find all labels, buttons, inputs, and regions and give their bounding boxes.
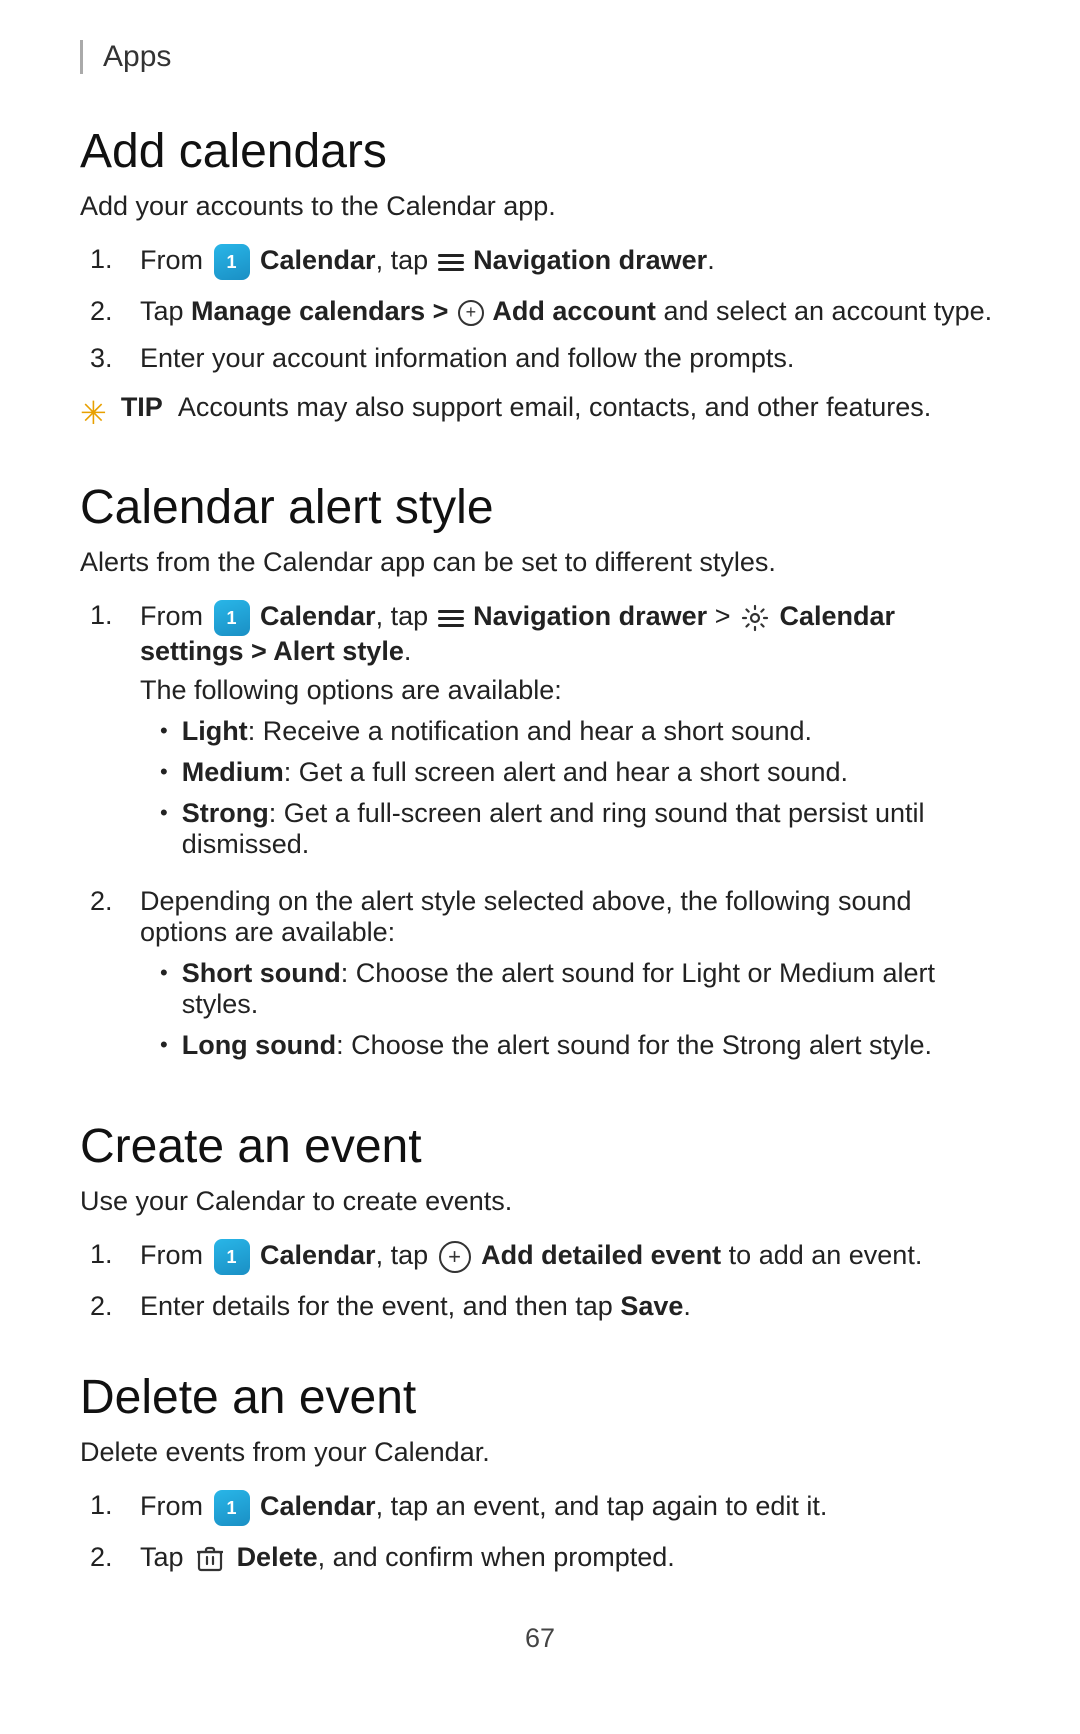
list-item: Enter details for the event, and then ta… (90, 1291, 1000, 1322)
section-delete-event: Delete an event Delete events from your … (80, 1370, 1000, 1575)
list-item-content: From Calendar, tap + Add detailed event … (140, 1239, 1000, 1275)
add-calendars-subtitle: Add your accounts to the Calendar app. (80, 191, 1000, 222)
list-item: From Calendar, tap Navigation drawer. (90, 244, 1000, 280)
tip-lightbulb-icon: ✳ (80, 394, 107, 432)
tip-text: TIP Accounts may also support email, con… (121, 392, 931, 423)
create-event-list: From Calendar, tap + Add detailed event … (80, 1239, 1000, 1322)
calendar-alert-list: From Calendar, tap Navigation drawer > (80, 600, 1000, 1071)
alert-options-list: Light: Receive a notification and hear a… (160, 716, 1000, 860)
calendar-app-icon (214, 1239, 250, 1275)
add-calendars-list: From Calendar, tap Navigation drawer. Ta… (80, 244, 1000, 374)
sound-options-list: Short sound: Choose the alert sound for … (160, 958, 1000, 1061)
section-calendar-alert: Calendar alert style Alerts from the Cal… (80, 480, 1000, 1071)
delete-event-list: From Calendar, tap an event, and tap aga… (80, 1490, 1000, 1575)
list-item: From Calendar, tap + Add detailed event … (90, 1239, 1000, 1275)
page-container: Apps Add calendars Add your accounts to … (0, 0, 1080, 1734)
calendar-alert-title: Calendar alert style (80, 480, 1000, 535)
calendar-app-icon (214, 600, 250, 636)
list-item-content: Enter your account information and follo… (140, 343, 1000, 374)
header-bar: Apps (80, 40, 1000, 74)
options-intro: The following options are available: (140, 675, 1000, 706)
list-item-content: From Calendar, tap an event, and tap aga… (140, 1490, 1000, 1526)
list-item: Medium: Get a full screen alert and hear… (160, 757, 1000, 788)
header-title: Apps (103, 40, 171, 73)
tip-box: ✳ TIP Accounts may also support email, c… (80, 392, 1000, 432)
list-item: From Calendar, tap Navigation drawer > (90, 600, 1000, 870)
list-item: Strong: Get a full-screen alert and ring… (160, 798, 1000, 860)
section-add-calendars: Add calendars Add your accounts to the C… (80, 124, 1000, 432)
list-item-content: From Calendar, tap Navigation drawer. (140, 244, 1000, 280)
calendar-app-icon (214, 1490, 250, 1526)
list-item: Short sound: Choose the alert sound for … (160, 958, 1000, 1020)
delete-event-subtitle: Delete events from your Calendar. (80, 1437, 1000, 1468)
section-create-event: Create an event Use your Calendar to cre… (80, 1119, 1000, 1322)
create-event-subtitle: Use your Calendar to create events. (80, 1186, 1000, 1217)
navigation-drawer-icon (438, 251, 464, 273)
plus-inline-icon: + (458, 300, 484, 326)
list-item-content: Depending on the alert style selected ab… (140, 886, 1000, 1071)
list-item: Long sound: Choose the alert sound for t… (160, 1030, 1000, 1061)
calendar-app-icon (214, 244, 250, 280)
list-item-content: Enter details for the event, and then ta… (140, 1291, 1000, 1322)
page-number: 67 (80, 1623, 1000, 1654)
add-calendars-title: Add calendars (80, 124, 1000, 179)
list-item: Tap Manage calendars > + Add account and… (90, 296, 1000, 327)
list-item: Tap Delete, and confirm when prompted. (90, 1542, 1000, 1575)
list-item-content: From Calendar, tap Navigation drawer > (140, 600, 1000, 870)
list-item: From Calendar, tap an event, and tap aga… (90, 1490, 1000, 1526)
plus-circle-icon: + (439, 1241, 471, 1273)
list-item: Light: Receive a notification and hear a… (160, 716, 1000, 747)
list-item: Enter your account information and follo… (90, 343, 1000, 374)
create-event-title: Create an event (80, 1119, 1000, 1174)
trash-icon (194, 1543, 226, 1575)
list-item-content: Tap Manage calendars > + Add account and… (140, 296, 1000, 327)
list-item-content: Tap Delete, and confirm when prompted. (140, 1542, 1000, 1575)
delete-event-title: Delete an event (80, 1370, 1000, 1425)
calendar-alert-subtitle: Alerts from the Calendar app can be set … (80, 547, 1000, 578)
navigation-drawer-icon (438, 607, 464, 629)
gear-icon (740, 603, 770, 633)
list-item: Depending on the alert style selected ab… (90, 886, 1000, 1071)
